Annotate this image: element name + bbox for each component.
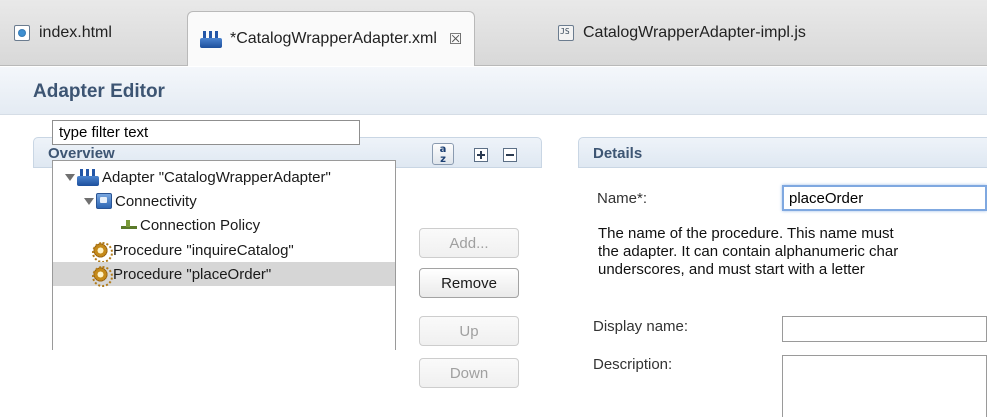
- tab-label: *CatalogWrapperAdapter.xml: [230, 30, 437, 47]
- tree-item-label: Procedure "placeOrder": [113, 265, 272, 283]
- connectivity-icon: [96, 193, 112, 209]
- editor-header: Adapter Editor: [0, 67, 987, 115]
- expand-all-icon[interactable]: [474, 148, 488, 162]
- tree-item-procedure-placeorder[interactable]: Procedure "placeOrder": [53, 262, 395, 287]
- description-label: Description:: [593, 356, 673, 373]
- up-button[interactable]: Up: [419, 316, 519, 346]
- gear-icon: [92, 241, 113, 263]
- expand-arrow-icon[interactable]: [84, 196, 94, 206]
- tab-label: index.html: [39, 24, 112, 41]
- name-input[interactable]: [782, 185, 987, 211]
- display-name-input[interactable]: [782, 316, 987, 342]
- connection-policy-icon: [121, 219, 137, 231]
- sort-alphabetically-icon[interactable]: az: [432, 143, 454, 165]
- tree-filter-input[interactable]: [52, 120, 360, 145]
- adapter-tree[interactable]: Adapter "CatalogWrapperAdapter" Connecti…: [52, 160, 396, 350]
- tab-catalog-wrapper-adapter-impl-js[interactable]: CatalogWrapperAdapter-impl.js: [558, 12, 806, 54]
- tab-label: CatalogWrapperAdapter-impl.js: [583, 24, 806, 41]
- details-title: Details: [593, 145, 643, 162]
- tree-item-connection-policy[interactable]: Connection Policy: [53, 213, 395, 237]
- add-button[interactable]: Add...: [419, 228, 519, 258]
- help-line: underscores, and must start with a lette…: [598, 261, 865, 278]
- name-help-text: The name of the procedure. This name mus…: [598, 225, 987, 279]
- adapter-icon: [200, 30, 222, 48]
- tree-item-label: Adapter "CatalogWrapperAdapter": [102, 168, 331, 186]
- close-tab-icon[interactable]: ☒: [449, 30, 462, 48]
- details-section-header: Details: [578, 137, 987, 168]
- editor-tab-bar: index.html *CatalogWrapperAdapter.xml ☒ …: [0, 0, 987, 66]
- remove-button[interactable]: Remove: [419, 268, 519, 298]
- help-line: the adapter. It can contain alphanumeric…: [598, 243, 899, 260]
- html-file-icon: [14, 25, 30, 41]
- expand-arrow-icon[interactable]: [65, 172, 75, 182]
- description-textarea[interactable]: [782, 355, 987, 417]
- tab-catalog-wrapper-adapter-xml[interactable]: *CatalogWrapperAdapter.xml ☒: [187, 11, 476, 66]
- help-line: The name of the procedure. This name mus…: [598, 225, 894, 242]
- tree-item-label: Connectivity: [115, 192, 197, 210]
- tab-index-html[interactable]: index.html: [14, 12, 112, 54]
- collapse-all-icon[interactable]: [503, 148, 517, 162]
- js-file-icon: [558, 25, 574, 41]
- tree-item-label: Connection Policy: [140, 216, 261, 234]
- adapter-icon: [77, 168, 99, 186]
- display-name-label: Display name:: [593, 318, 689, 335]
- name-label: Name*:: [597, 190, 648, 207]
- tree-item-adapter[interactable]: Adapter "CatalogWrapperAdapter": [53, 165, 395, 189]
- editor-title: Adapter Editor: [33, 81, 165, 102]
- down-button[interactable]: Down: [419, 358, 519, 388]
- tree-item-procedure-inquirecatalog[interactable]: Procedure "inquireCatalog": [53, 238, 395, 263]
- tree-item-connectivity[interactable]: Connectivity: [53, 189, 395, 213]
- gear-icon: [92, 265, 113, 287]
- tree-item-label: Procedure "inquireCatalog": [113, 241, 294, 259]
